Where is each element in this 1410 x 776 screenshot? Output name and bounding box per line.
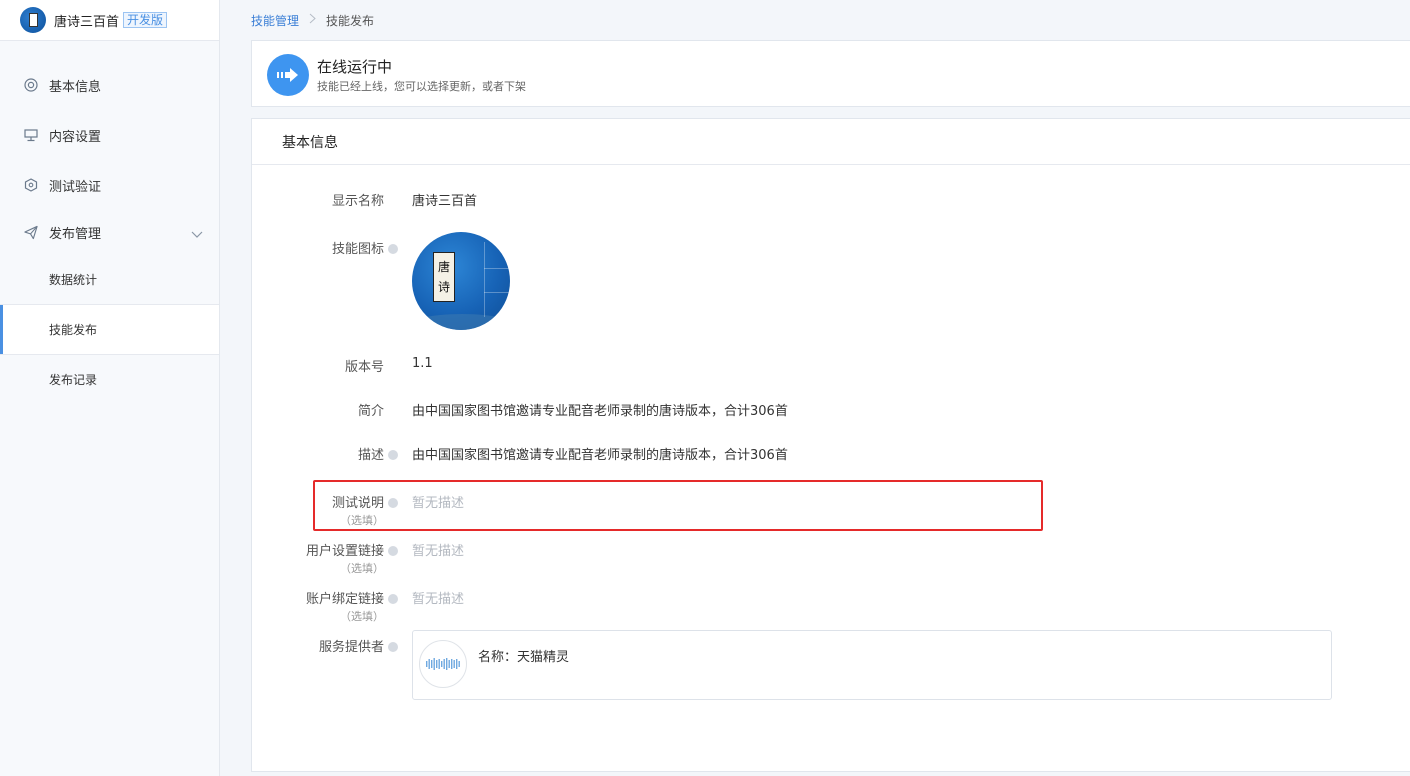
skill-icon-image: 唐 诗 bbox=[412, 232, 510, 330]
sidebar-item-label: 测试验证 bbox=[49, 179, 102, 195]
breadcrumb-parent-link[interactable]: 技能管理 bbox=[251, 12, 299, 29]
optional-hint: （选填） bbox=[340, 610, 384, 623]
info-dot-icon[interactable] bbox=[388, 450, 398, 460]
sidebar-item-test-verify[interactable]: 测试验证 bbox=[0, 160, 219, 210]
env-badge: 开发版 bbox=[123, 12, 168, 28]
breadcrumb: 技能管理 技能发布 bbox=[251, 10, 374, 30]
sidebar: 唐诗三百首 开发版 基本信息 内容设置 测试验证 发布管理 数据统计 技能发布 … bbox=[0, 0, 220, 776]
app-logo-icon bbox=[20, 7, 46, 33]
sidebar-item-basic-info[interactable]: 基本信息 bbox=[0, 60, 219, 110]
skill-icon-char: 唐 bbox=[437, 260, 450, 274]
lifebuoy-icon bbox=[24, 78, 38, 92]
status-title: 在线运行中 bbox=[317, 58, 393, 76]
field-label: 显示名称 bbox=[332, 190, 398, 209]
sidebar-item-publish-management[interactable]: 发布管理 bbox=[0, 210, 219, 255]
sidebar-subitem-publish-records[interactable]: 发布记录 bbox=[0, 355, 219, 404]
field-label: 用户设置链接 （选填） bbox=[306, 540, 398, 576]
info-dot-icon[interactable] bbox=[388, 546, 398, 556]
app-name: 唐诗三百首 bbox=[54, 14, 120, 30]
description-value: 由中国国家图书馆邀请专业配音老师录制的唐诗版本，合计306首 bbox=[412, 448, 788, 463]
status-subtitle: 技能已经上线，您可以选择更新，或者下架 bbox=[317, 80, 526, 93]
field-label-text: 用户设置链接 bbox=[305, 544, 384, 559]
sidebar-subitem-label: 发布记录 bbox=[49, 373, 98, 387]
sidebar-subitem-label: 技能发布 bbox=[49, 323, 98, 337]
field-label: 版本号 bbox=[345, 356, 398, 375]
skill-icon-plate: 唐 诗 bbox=[433, 252, 455, 302]
sidebar-item-label: 发布管理 bbox=[49, 227, 102, 242]
skill-icon-char: 诗 bbox=[437, 280, 450, 294]
user-settings-link-value: 暂无描述 bbox=[412, 544, 465, 559]
display-name-value: 唐诗三百首 bbox=[412, 194, 478, 209]
sidebar-item-content-settings[interactable]: 内容设置 bbox=[0, 110, 219, 160]
breadcrumb-current: 技能发布 bbox=[326, 13, 375, 28]
intro-value: 由中国国家图书馆邀请专业配音老师录制的唐诗版本，合计306首 bbox=[412, 404, 788, 419]
soundwave-icon bbox=[419, 640, 467, 688]
field-label-text: 账户绑定链接 bbox=[305, 592, 384, 607]
info-dot-icon[interactable] bbox=[388, 642, 398, 652]
sidebar-subitem-skill-publish[interactable]: 技能发布 bbox=[0, 304, 219, 355]
field-label: 描述 bbox=[358, 444, 398, 463]
field-label-text: 服务提供者 bbox=[318, 640, 384, 655]
highlight-box bbox=[313, 480, 1043, 531]
version-value: 1.1 bbox=[412, 356, 433, 371]
account-binding-link-value: 暂无描述 bbox=[412, 592, 465, 607]
section-title: 基本信息 bbox=[252, 119, 1410, 165]
field-label: 技能图标 bbox=[332, 238, 398, 257]
optional-hint: （选填） bbox=[340, 562, 384, 575]
field-label-text: 描述 bbox=[357, 448, 384, 463]
basic-info-card: 基本信息 显示名称 唐诗三百首 技能图标 唐 诗 版本号 1.1 简介 由中国国… bbox=[251, 118, 1410, 772]
sidebar-subitem-label: 数据统计 bbox=[49, 273, 98, 287]
chevron-down-icon bbox=[191, 228, 203, 243]
display-icon bbox=[24, 128, 38, 142]
sidebar-subitem-data-stats[interactable]: 数据统计 bbox=[0, 255, 219, 304]
field-label-text: 显示名称 bbox=[331, 194, 384, 209]
app-brand[interactable]: 唐诗三百首 开发版 bbox=[0, 0, 219, 41]
info-dot-icon[interactable] bbox=[388, 594, 398, 604]
hexagon-icon bbox=[24, 178, 38, 192]
status-card: 在线运行中 技能已经上线，您可以选择更新，或者下架 bbox=[251, 40, 1410, 107]
sidebar-item-label: 内容设置 bbox=[49, 129, 102, 145]
field-label: 服务提供者 bbox=[319, 636, 398, 655]
provider-name: 名称：天猫精灵 bbox=[478, 650, 570, 665]
field-label: 账户绑定链接 （选填） bbox=[306, 588, 398, 624]
field-label: 简介 bbox=[358, 400, 398, 419]
sidebar-item-label: 基本信息 bbox=[49, 79, 102, 95]
field-label-text: 技能图标 bbox=[331, 242, 384, 257]
service-provider-box: 名称：天猫精灵 bbox=[412, 630, 1332, 700]
field-label-text: 简介 bbox=[357, 404, 384, 419]
paper-plane-icon bbox=[24, 225, 38, 240]
sidebar-nav: 基本信息 内容设置 测试验证 发布管理 数据统计 技能发布 发布记录 bbox=[0, 60, 219, 404]
arrow-right-icon bbox=[267, 54, 309, 96]
chevron-right-icon bbox=[309, 13, 316, 27]
info-dot-icon[interactable] bbox=[388, 244, 398, 254]
field-label-text: 版本号 bbox=[344, 360, 384, 375]
